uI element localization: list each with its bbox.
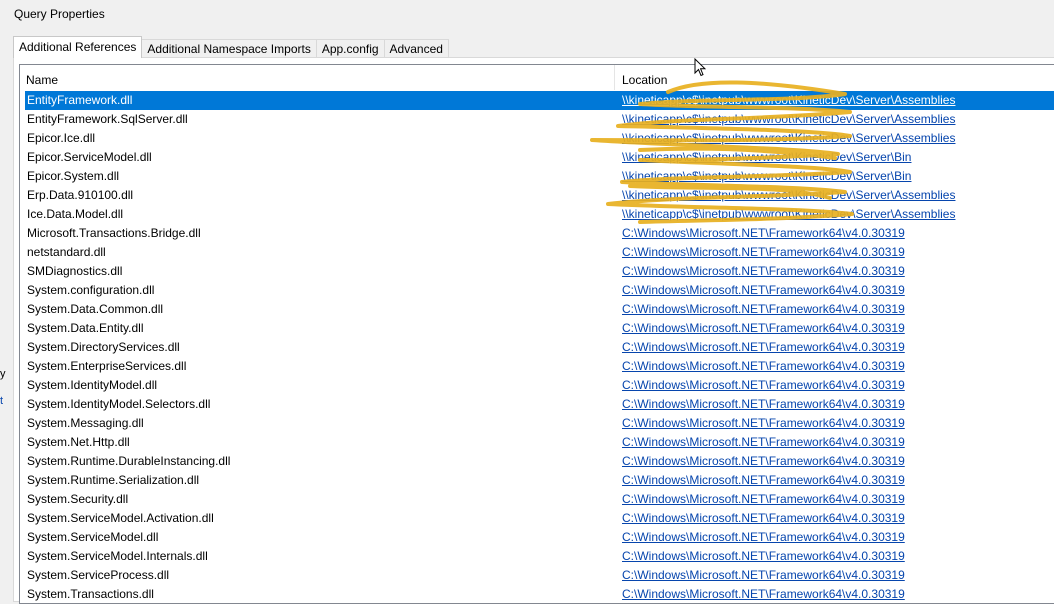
table-row[interactable]: Ice.Data.Model.dll \\kineticapp\c$\inetpu… (20, 205, 1054, 224)
reference-location-link[interactable]: C:\Windows\Microsoft.NET\Framework64\v4.… (622, 397, 905, 411)
reference-location-link[interactable]: \\kineticapp\c$\inetpub\wwwroot\KineticD… (622, 131, 955, 145)
reference-location-link[interactable]: C:\Windows\Microsoft.NET\Framework64\v4.… (622, 283, 905, 297)
table-row[interactable]: Epicor.System.dll \\kineticapp\c$\inetpub… (20, 167, 1054, 186)
column-header-location[interactable]: Location (616, 65, 1054, 90)
reference-name: System.Transactions.dll (27, 587, 154, 601)
tab-strip: Additional References Additional Namespa… (13, 36, 449, 58)
reference-location-link[interactable]: C:\Windows\Microsoft.NET\Framework64\v4.… (622, 359, 905, 373)
reference-location-link[interactable]: \\kineticapp\c$\inetpub\wwwroot\KineticD… (622, 150, 911, 164)
table-row[interactable]: System.EnterpriseServices.dll C:\Windows\… (20, 357, 1054, 376)
background-fragment: y (0, 368, 6, 380)
reference-name: System.IdentityModel.Selectors.dll (27, 397, 211, 411)
reference-location-link[interactable]: \\kineticapp\c$\inetpub\wwwroot\KineticD… (622, 169, 911, 183)
table-row[interactable]: EntityFramework.SqlServer.dll \\kineticap… (20, 110, 1054, 129)
tab-additional-references[interactable]: Additional References (13, 36, 143, 58)
reference-location-link[interactable]: C:\Windows\Microsoft.NET\Framework64\v4.… (622, 435, 905, 449)
table-row[interactable]: Epicor.ServiceModel.dll \\kineticapp\c$\i… (20, 148, 1054, 167)
table-row[interactable]: System.IdentityModel.dll C:\Windows\Micro… (20, 376, 1054, 395)
reference-name: System.Security.dll (27, 492, 129, 506)
reference-location-link[interactable]: C:\Windows\Microsoft.NET\Framework64\v4.… (622, 568, 905, 582)
reference-location-link[interactable]: C:\Windows\Microsoft.NET\Framework64\v4.… (622, 245, 905, 259)
reference-name: System.Runtime.DurableInstancing.dll (27, 454, 231, 468)
reference-name: System.DirectoryServices.dll (27, 340, 180, 354)
table-row[interactable]: System.Runtime.DurableInstancing.dll C:\W… (20, 452, 1054, 471)
reference-name: System.ServiceModel.Internals.dll (27, 549, 208, 563)
reference-name: EntityFramework.dll (27, 93, 133, 107)
table-row[interactable]: System.IdentityModel.Selectors.dll C:\Win… (20, 395, 1054, 414)
table-row[interactable]: System.ServiceModel.Activation.dll C:\Win… (20, 509, 1054, 528)
tab-panel: Name Location EntityFramework.dll \\kinet… (13, 57, 1054, 604)
table-row[interactable]: System.Messaging.dll C:\Windows\Microsoft… (20, 414, 1054, 433)
reference-name: Erp.Data.910100.dll (27, 188, 134, 202)
table-row[interactable]: System.Runtime.Serialization.dll C:\Windo… (20, 471, 1054, 490)
reference-location-link[interactable]: \\kineticapp\c$\inetpub\wwwroot\KineticD… (622, 112, 955, 126)
column-header-name[interactable]: Name (20, 65, 615, 90)
reference-name: netstandard.dll (27, 245, 106, 259)
table-row[interactable]: System.Net.Http.dll C:\Windows\Microsoft.… (20, 433, 1054, 452)
reference-name: SMDiagnostics.dll (27, 264, 123, 278)
reference-location-link[interactable]: C:\Windows\Microsoft.NET\Framework64\v4.… (622, 549, 905, 563)
reference-name: System.Data.Entity.dll (27, 321, 144, 335)
reference-location-link[interactable]: \\kineticapp\c$\inetpub\wwwroot\KineticD… (622, 207, 955, 221)
reference-location-link[interactable]: C:\Windows\Microsoft.NET\Framework64\v4.… (622, 302, 905, 316)
table-row[interactable]: System.ServiceProcess.dll C:\Windows\Micr… (20, 566, 1054, 585)
reference-name: System.Messaging.dll (27, 416, 144, 430)
reference-location-link[interactable]: \\kineticapp\c$\inetpub\wwwroot\KineticD… (622, 188, 955, 202)
reference-location-link[interactable]: C:\Windows\Microsoft.NET\Framework64\v4.… (622, 321, 905, 335)
reference-location-link[interactable]: C:\Windows\Microsoft.NET\Framework64\v4.… (622, 264, 905, 278)
reference-name: Ice.Data.Model.dll (27, 207, 124, 221)
reference-location-link[interactable]: C:\Windows\Microsoft.NET\Framework64\v4.… (622, 340, 905, 354)
reference-location-link[interactable]: C:\Windows\Microsoft.NET\Framework64\v4.… (622, 416, 905, 430)
reference-name: System.Data.Common.dll (27, 302, 164, 316)
reference-location-link[interactable]: \\kineticapp\c$\inetpub\wwwroot\KineticD… (622, 93, 955, 107)
window-title: Query Properties (14, 7, 105, 21)
table-row[interactable]: System.DirectoryServices.dll C:\Windows\M… (20, 338, 1054, 357)
background-window-edge: y t (0, 0, 8, 597)
reference-name: System.ServiceProcess.dll (27, 568, 170, 582)
reference-name: System.IdentityModel.dll (27, 378, 158, 392)
table-row[interactable]: System.Data.Entity.dll C:\Windows\Microso… (20, 319, 1054, 338)
reference-location-link[interactable]: C:\Windows\Microsoft.NET\Framework64\v4.… (622, 530, 905, 544)
background-fragment: t (0, 395, 4, 407)
references-list[interactable]: Name Location EntityFramework.dll \\kinet… (19, 64, 1054, 604)
reference-name: Epicor.System.dll (27, 169, 120, 183)
reference-location-link[interactable]: C:\Windows\Microsoft.NET\Framework64\v4.… (622, 587, 905, 601)
reference-name: System.ServiceModel.Activation.dll (27, 511, 214, 525)
list-header: Name Location (20, 65, 1054, 90)
reference-name: System.ServiceModel.dll (27, 530, 159, 544)
table-row[interactable]: System.ServiceModel.dll C:\Windows\Micros… (20, 528, 1054, 547)
reference-location-link[interactable]: C:\Windows\Microsoft.NET\Framework64\v4.… (622, 454, 905, 468)
reference-location-link[interactable]: C:\Windows\Microsoft.NET\Framework64\v4.… (622, 492, 905, 506)
reference-name: Epicor.Ice.dll (27, 131, 96, 145)
table-row[interactable]: SMDiagnostics.dll C:\Windows\Microsoft.NE… (20, 262, 1054, 281)
reference-name: System.configuration.dll (27, 283, 155, 297)
table-row[interactable]: System.Transactions.dll C:\Windows\Micros… (20, 585, 1054, 603)
reference-name: Epicor.ServiceModel.dll (27, 150, 152, 164)
table-row[interactable]: System.Security.dll C:\Windows\Microsoft.… (20, 490, 1054, 509)
reference-location-link[interactable]: C:\Windows\Microsoft.NET\Framework64\v4.… (622, 226, 905, 240)
reference-name: Microsoft.Transactions.Bridge.dll (27, 226, 201, 240)
table-row[interactable]: System.Data.Common.dll C:\Windows\Microso… (20, 300, 1054, 319)
reference-name: System.EnterpriseServices.dll (27, 359, 187, 373)
table-row[interactable]: Erp.Data.910100.dll \\kineticapp\c$\inetp… (20, 186, 1054, 205)
table-row[interactable]: EntityFramework.dll \\kineticapp\c$\inetp… (25, 91, 1054, 110)
table-row[interactable]: System.configuration.dll C:\Windows\Micro… (20, 281, 1054, 300)
table-row[interactable]: Epicor.Ice.dll \\kineticapp\c$\inetpub\ww… (20, 129, 1054, 148)
mouse-pointer-icon (694, 58, 706, 77)
table-row[interactable]: System.ServiceModel.Internals.dll C:\Wind… (20, 547, 1054, 566)
reference-name: System.Runtime.Serialization.dll (27, 473, 200, 487)
reference-location-link[interactable]: C:\Windows\Microsoft.NET\Framework64\v4.… (622, 378, 905, 392)
tab-additional-namespace-imports[interactable]: Additional Namespace Imports (141, 39, 317, 58)
tab-app-config[interactable]: App.config (315, 39, 385, 58)
reference-location-link[interactable]: C:\Windows\Microsoft.NET\Framework64\v4.… (622, 511, 905, 525)
reference-name: EntityFramework.SqlServer.dll (27, 112, 188, 126)
list-rows: EntityFramework.dll \\kineticapp\c$\inetp… (20, 91, 1054, 603)
tab-advanced[interactable]: Advanced (383, 39, 449, 58)
table-row[interactable]: netstandard.dll C:\Windows\Microsoft.NET\… (20, 243, 1054, 262)
table-row[interactable]: Microsoft.Transactions.Bridge.dll C:\Wind… (20, 224, 1054, 243)
reference-location-link[interactable]: C:\Windows\Microsoft.NET\Framework64\v4.… (622, 473, 905, 487)
reference-name: System.Net.Http.dll (27, 435, 130, 449)
